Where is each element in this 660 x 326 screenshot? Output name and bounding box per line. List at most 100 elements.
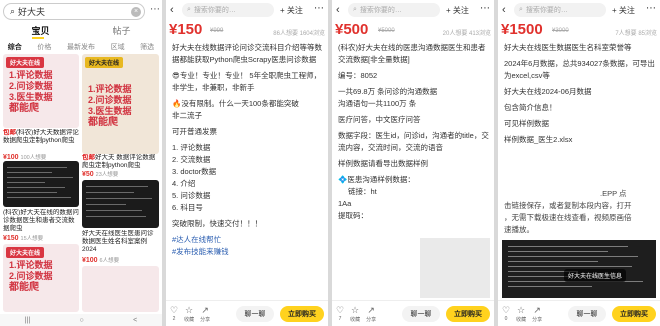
thumb-icon: ♡ <box>170 305 179 315</box>
card-title[interactable]: 包邮好大夫 数据评论数据爬虫定制python爬虫requests <box>82 154 159 170</box>
price-value: ¥100 <box>82 257 98 264</box>
card-title[interactable]: 包邮(科农)好大夫数据评论数据爬虫定制python爬虫 <box>3 129 79 153</box>
desc-paragraph: (科农)好大夫在线的医患沟通数据医生和患者交流数据[非全量数据] <box>338 43 486 64</box>
search-input[interactable]: ⌕ 搜索你要的… <box>182 3 274 17</box>
sort-region[interactable]: 区域 <box>111 42 125 52</box>
product-card-screenshot[interactable] <box>82 180 159 228</box>
link-label: 链接： <box>348 187 371 196</box>
product-card[interactable]: 好大夫在线 1.评论数据 2.问诊数据 3.医生数据 都能爬 <box>82 54 159 154</box>
back-icon[interactable]: ‹ <box>170 4 174 16</box>
product-card[interactable]: 好大夫在线 1.评论数据 2.问诊数据 3.医生数据 都能爬 <box>3 54 79 128</box>
chat-button[interactable]: 聊一聊 <box>402 305 440 322</box>
action-bar: ♡ 2 ☆ 收藏 ↗ 分享 聊一聊 立即购买 <box>166 300 328 326</box>
chat-button[interactable]: 聊一聊 <box>236 305 274 322</box>
original-price: ¥3000 <box>552 28 569 34</box>
feature-headline: 都能爬 <box>9 282 39 293</box>
favorite-button[interactable]: ☆ 收藏 <box>350 305 360 323</box>
tab-goods[interactable]: 宝贝 <box>31 24 49 38</box>
buy-now-button[interactable]: 立即购买 <box>280 305 324 322</box>
title-highlight: 包邮 <box>82 154 95 161</box>
want-count: 6人想要 <box>99 258 120 264</box>
share-icon: ↗ <box>201 304 209 315</box>
buy-now-button[interactable]: 立即购买 <box>446 305 490 322</box>
favorite-label: 收藏 <box>516 316 527 323</box>
detail-header: ‹ ⌕ 搜索你要的… + 关注 ⋯ ¥1500 ¥3000 7人想要 85浏览 <box>498 0 660 40</box>
search-input[interactable]: ⌕ 搜索你要的… <box>514 3 606 17</box>
card-feature-list: 1.评论数据 2.问诊数据 3.医生数据 都能爬 <box>9 70 53 114</box>
product-card[interactable] <box>82 266 159 312</box>
product-detail-panel: ‹ ⌕ 搜索你要的… + 关注 ⋯ ¥150 ¥999 86人想要 1604浏览… <box>166 0 328 326</box>
feature-line: 2.问诊数据 <box>88 95 132 105</box>
back-icon[interactable]: ‹ <box>336 4 340 16</box>
desc-paragraph: 好大夫在线2024-06月数据 <box>504 87 592 96</box>
want-count: 15人想要 <box>20 236 44 242</box>
follow-button[interactable]: + 关注 <box>612 5 635 16</box>
sort-filter[interactable]: 筛选 <box>140 42 154 52</box>
active-tab-indicator <box>32 37 44 39</box>
card-badge: 好大夫在线 <box>85 57 124 68</box>
price: ¥1500 <box>501 21 543 38</box>
extract-code-row: 提取码： <box>338 211 368 220</box>
favorite-button[interactable]: ☆ 收藏 <box>516 305 526 323</box>
description: (科农)好大夫在线的医患沟通数据医生和患者交流数据[非全量数据] 编号：8052… <box>338 42 490 222</box>
clear-icon[interactable]: × <box>131 7 141 17</box>
sort-price[interactable]: 价格 <box>37 42 51 52</box>
share-button[interactable]: ↗ 分享 <box>532 305 542 323</box>
back-icon[interactable]: ‹ <box>502 4 506 16</box>
follow-button[interactable]: + 关注 <box>280 5 303 16</box>
search-placeholder: 搜索你要的… <box>525 7 568 14</box>
sort-overall[interactable]: 综合 <box>8 42 22 52</box>
share-label: 分享 <box>200 316 211 323</box>
buy-now-button[interactable]: 立即购买 <box>612 305 656 322</box>
share-link-row[interactable]: 链接：ht <box>338 186 490 198</box>
card-price: ¥150 15人想要 <box>3 234 43 242</box>
back-icon[interactable]: < <box>133 317 137 324</box>
product-card-screenshot[interactable] <box>3 161 79 207</box>
like-button[interactable]: ♡ 7 <box>336 305 344 322</box>
product-card[interactable]: 好大夫在线 1.评论数据 2.问诊数据 都能爬 <box>3 244 79 312</box>
thumb-icon: ♡ <box>336 305 345 315</box>
action-bar: ♡ 0 ☆ 收藏 ↗ 分享 聊一聊 立即购买 <box>498 300 660 326</box>
want-count: 23人想要 <box>95 172 119 178</box>
search-query: 好大夫 <box>18 7 46 17</box>
search-input[interactable]: ⌕ 搜索你要的… <box>348 3 440 17</box>
search-input[interactable]: ⌕ 好大夫 × <box>3 3 145 20</box>
tab-posts[interactable]: 帖子 <box>112 24 130 38</box>
favorite-button[interactable]: ☆ 收藏 <box>184 305 194 323</box>
price: ¥500 <box>335 21 369 38</box>
desc-paragraph: 2024年6月数据，总共934027条数据，可导出为excel,csv等 <box>504 59 655 80</box>
overlay-line: 击链接保存，或者复制本段内容，打开 <box>504 201 632 210</box>
sample-file-link[interactable]: 样例数据_医生2.xlsx <box>504 134 656 146</box>
recents-icon[interactable]: ||| <box>25 317 30 324</box>
overlay-line: .EPP 点 <box>600 189 627 198</box>
card-title[interactable]: (科农)好大夫在线的数据问诊数据医生和患者交流数据爬虫 <box>3 209 79 233</box>
like-button[interactable]: ♡ 0 <box>502 305 510 322</box>
view-stats: 20人想要 413浏览 <box>442 31 491 37</box>
share-icon[interactable]: ⋯ <box>646 3 656 14</box>
search-icon: ⌕ <box>519 6 523 13</box>
star-icon: ☆ <box>517 304 526 315</box>
data-screenshot[interactable]: 好大夫在线医生信息 <box>502 240 656 298</box>
feature-line: 2.问诊数据 <box>9 81 53 91</box>
topic-tag[interactable]: #发布技能来赚钱 <box>172 246 324 258</box>
search-icon: ⌕ <box>10 6 16 16</box>
title-highlight: 包邮 <box>3 129 16 136</box>
card-title[interactable]: 好大夫在线医生医患问诊数据医生姓名科室案例 2024 <box>82 230 159 254</box>
share-button[interactable]: ↗ 分享 <box>366 305 376 323</box>
follow-button[interactable]: + 关注 <box>446 5 469 16</box>
desc-paragraph: 数据字段：医生id，问诊id，沟通者的title，交流内容，交流时间，交流的语音 <box>338 131 489 152</box>
share-button[interactable]: ↗ 分享 <box>200 305 210 323</box>
thumb-icon: ♡ <box>502 305 511 315</box>
sort-newest[interactable]: 最新发布 <box>67 42 95 52</box>
more-icon[interactable]: ⋯ <box>150 4 160 15</box>
topic-tag[interactable]: #达人在线帮忙 <box>172 234 324 246</box>
share-label: 分享 <box>366 316 377 323</box>
share-icon[interactable]: ⋯ <box>314 3 324 14</box>
like-button[interactable]: ♡ 2 <box>170 305 178 322</box>
price-value: ¥50 <box>82 171 94 178</box>
favorite-label: 收藏 <box>184 316 195 323</box>
chat-button[interactable]: 聊一聊 <box>568 305 606 322</box>
home-icon[interactable]: ○ <box>80 317 84 324</box>
price-value: ¥100 <box>3 154 19 161</box>
share-icon[interactable]: ⋯ <box>480 3 490 14</box>
